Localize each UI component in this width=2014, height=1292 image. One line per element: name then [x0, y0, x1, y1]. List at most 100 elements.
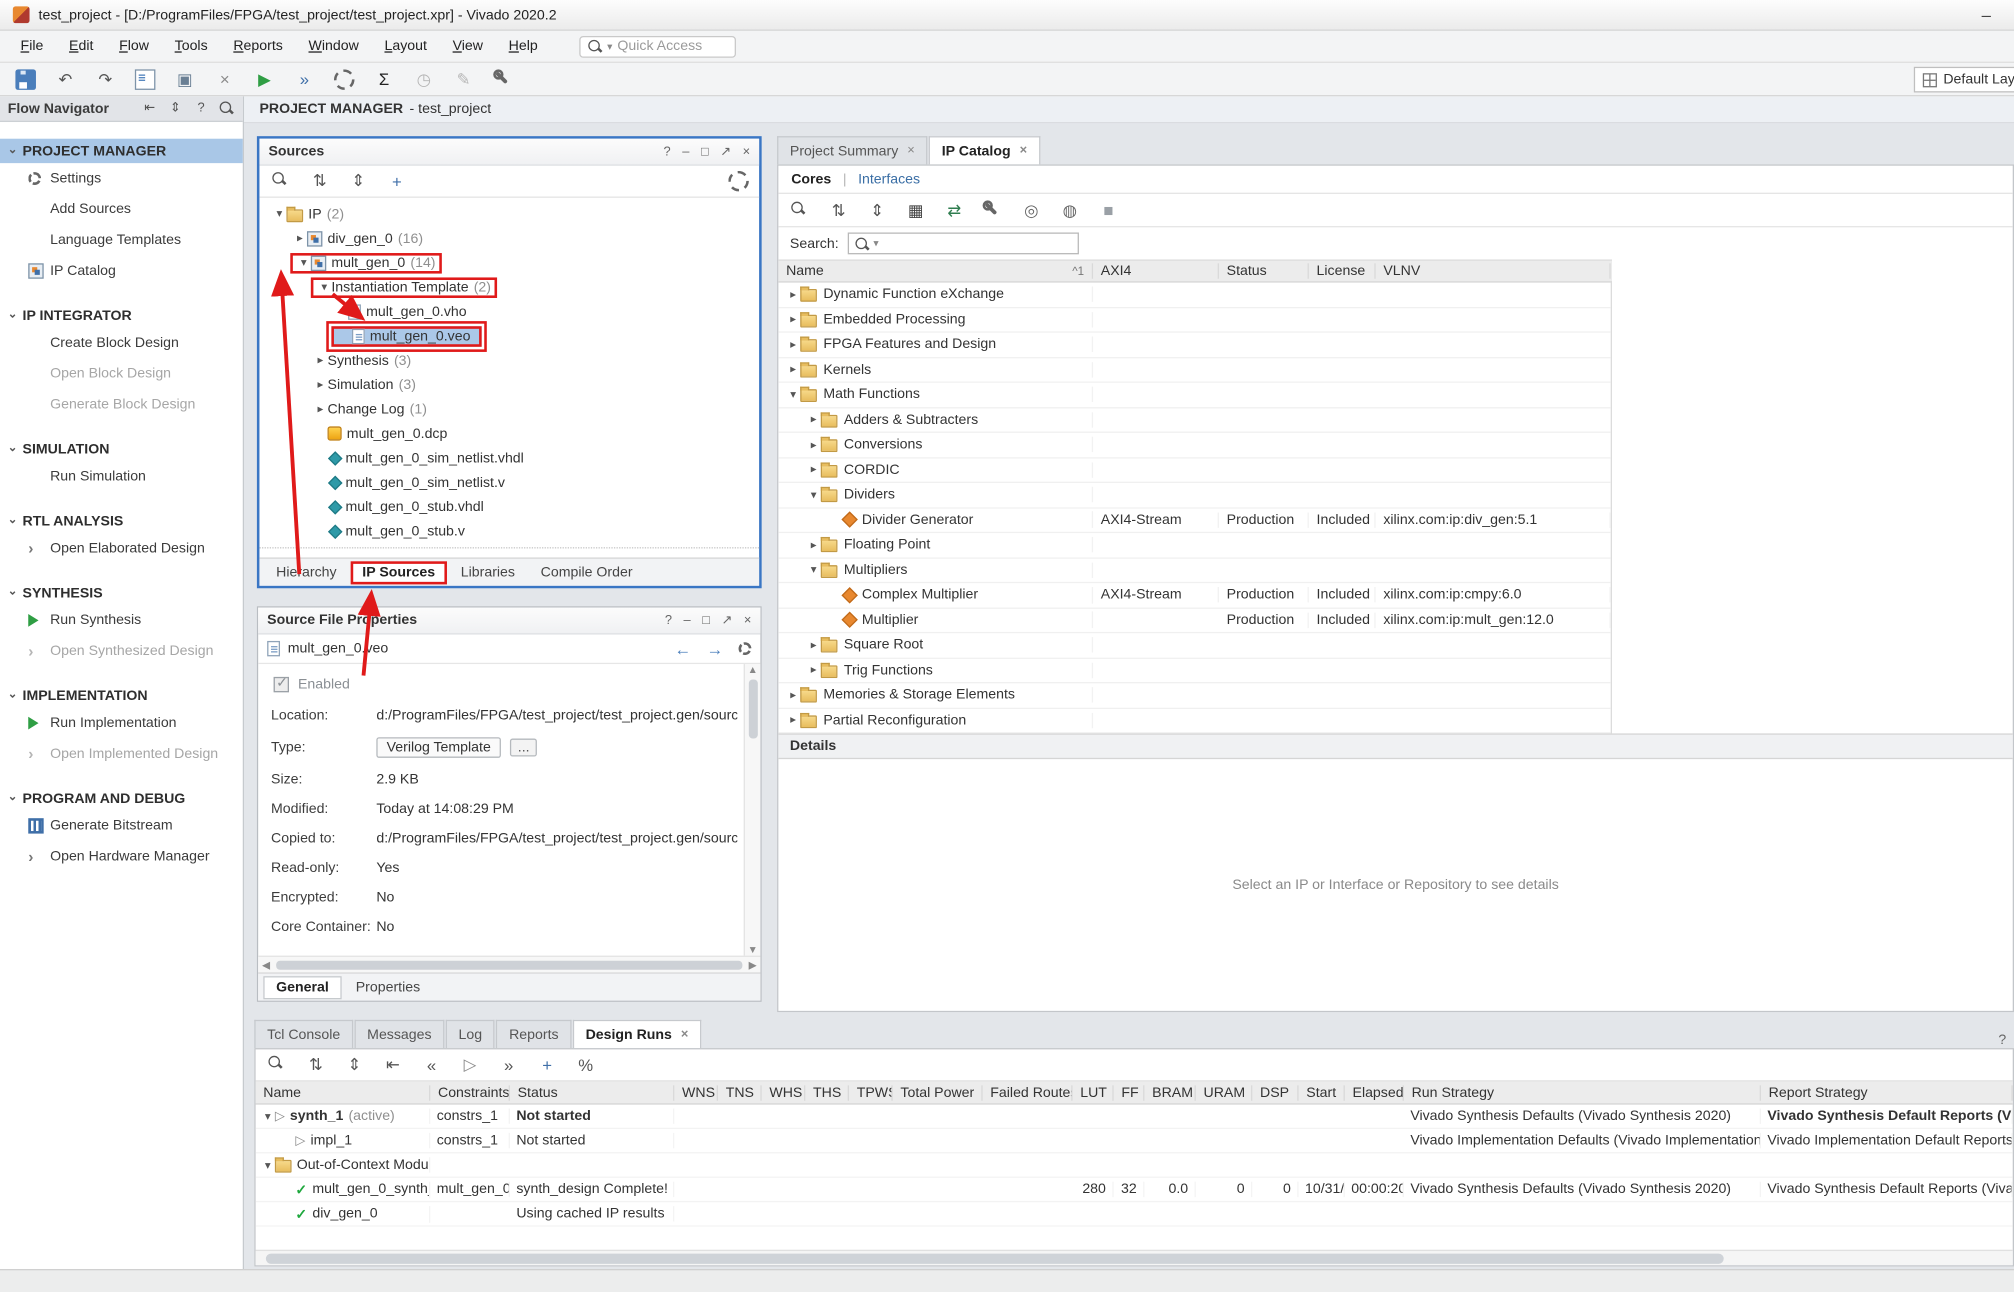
scrollbar-thumb[interactable] [266, 1254, 1724, 1264]
source-tree-item[interactable]: ▸ Simulation (3) [259, 372, 759, 396]
flow-nav-item[interactable]: Run Implementation [0, 708, 243, 739]
horizontal-scrollbar[interactable] [259, 547, 759, 557]
column-header-elapsed[interactable]: Elapsed [1345, 1085, 1404, 1100]
tree-expander[interactable]: ▾ [261, 1158, 275, 1172]
design-run-row[interactable]: ▾ ▷ synth_1 (active) constrs_1 Not start… [256, 1105, 2013, 1129]
menu-item[interactable]: View [440, 33, 496, 59]
ip-catalog-row[interactable]: ▸ Trig Functions [778, 658, 1610, 683]
package-ip-icon[interactable]: ◎ [1021, 200, 1042, 221]
tree-expander[interactable]: ▸ [313, 378, 327, 392]
search-icon[interactable] [218, 100, 235, 117]
enabled-checkbox[interactable] [274, 677, 289, 692]
ip-catalog-row[interactable]: ▾ Dividers [778, 483, 1610, 508]
ip-catalog-row[interactable]: ▸ Partial Reconfiguration [778, 708, 1610, 733]
workspace-tab[interactable]: Project Summary × [777, 136, 928, 164]
dock-icon[interactable]: ⇤ [141, 100, 158, 117]
flow-nav-section-header[interactable]: ⌄ SIMULATION [0, 437, 243, 461]
help-icon[interactable]: ? [665, 613, 672, 627]
flow-nav-item[interactable]: › Open Synthesized Design [0, 636, 243, 667]
close-icon[interactable]: × [744, 613, 752, 627]
delete-icon[interactable]: × [215, 69, 236, 90]
tree-expander[interactable]: ▾ [317, 280, 331, 294]
ip-catalog-row[interactable]: ▸ Floating Point [778, 533, 1610, 558]
horizontal-scrollbar[interactable] [256, 1250, 2013, 1265]
tree-expander[interactable]: ▾ [786, 388, 800, 402]
column-header-total-power[interactable]: Total Power [893, 1085, 983, 1100]
source-tree-item[interactable]: ▾ Instantiation Template (2) [259, 275, 759, 299]
maximize-icon[interactable]: ↗ [720, 144, 731, 158]
file-properties-tab[interactable]: Properties [344, 977, 432, 998]
tree-expander[interactable]: ▸ [807, 663, 821, 677]
source-tree-item[interactable]: mult_gen_0.vho [259, 299, 759, 323]
ip-catalog-row[interactable]: ▸ Conversions [778, 433, 1610, 458]
workspace-tab[interactable]: IP Catalog × [929, 136, 1040, 164]
customize-ip-icon[interactable] [983, 200, 1004, 221]
flow-nav-section-header[interactable]: ⌄ IMPLEMENTATION [0, 683, 243, 707]
column-header-tns[interactable]: TNS [718, 1085, 762, 1100]
save-icon[interactable] [15, 69, 36, 90]
ip-catalog-row[interactable]: ▸ Dynamic Function eXchange [778, 283, 1610, 308]
ip-catalog-row[interactable]: ▸ CORDIC [778, 458, 1610, 483]
design-run-row[interactable]: ✓ div_gen_0 Using cached IP results [256, 1202, 2013, 1226]
edit-icon[interactable]: ✎ [453, 69, 474, 90]
column-header-dsp[interactable]: DSP [1252, 1085, 1298, 1100]
column-header-ths[interactable]: THS [805, 1085, 849, 1100]
help-icon[interactable]: ? [1998, 1033, 2014, 1048]
report-icon[interactable] [135, 69, 156, 90]
tree-expander[interactable]: ▸ [786, 363, 800, 377]
tree-expander[interactable]: ▸ [786, 287, 800, 301]
source-tree-item[interactable]: ▸ Synthesis (3) [259, 348, 759, 372]
column-header-tpws[interactable]: TPWS [849, 1085, 893, 1100]
tree-expander[interactable]: ▾ [297, 256, 311, 270]
tree-expander[interactable]: ▸ [807, 438, 821, 452]
column-header-report-strategy[interactable]: Report Strategy [1761, 1085, 2013, 1100]
scrollbar-thumb[interactable] [748, 679, 757, 738]
tree-expander[interactable]: ▸ [807, 638, 821, 652]
source-tree-item[interactable]: mult_gen_0.veo [259, 324, 759, 348]
flow-nav-item[interactable]: Settings [0, 163, 243, 194]
vertical-scrollbar[interactable]: ▲ ▼ [744, 664, 761, 956]
expand-collapse-icon[interactable]: ⇕ [167, 100, 184, 117]
settings-icon[interactable] [728, 171, 749, 192]
source-tree-item[interactable]: ▸ div_gen_0 (16) [259, 226, 759, 250]
tree-expander[interactable]: ▸ [293, 231, 307, 245]
tree-expander[interactable]: ▸ [786, 713, 800, 727]
tree-expander[interactable]: ▾ [807, 563, 821, 577]
menu-item[interactable]: Help [496, 33, 551, 59]
forward-icon[interactable]: » [498, 1055, 519, 1076]
tree-expander[interactable]: ▸ [807, 538, 821, 552]
ip-catalog-row[interactable]: ▸ Square Root [778, 633, 1610, 658]
column-header-vlnv[interactable]: VLNV [1376, 263, 1611, 278]
tree-expander[interactable]: ▾ [807, 488, 821, 502]
expand-collapse-icon[interactable]: ⇕ [344, 1055, 365, 1076]
probe-icon[interactable] [493, 69, 514, 90]
redo-icon[interactable]: ↷ [95, 69, 116, 90]
ip-catalog-row[interactable]: ▸ Memories & Storage Elements [778, 683, 1610, 708]
run-icon[interactable]: ▷ [460, 1055, 481, 1076]
column-header-status[interactable]: Status [510, 1085, 674, 1100]
menu-item[interactable]: Layout [372, 33, 440, 59]
source-tree-item[interactable]: ▾ mult_gen_0 (14) [259, 250, 759, 274]
collapse-all-icon[interactable]: ⇅ [828, 200, 849, 221]
flow-nav-section-header[interactable]: ⌄ IP INTEGRATOR [0, 303, 243, 327]
tree-expander[interactable]: ▸ [807, 413, 821, 427]
search-icon[interactable] [790, 200, 811, 221]
copy-icon[interactable]: ▣ [175, 69, 196, 90]
source-tree-item[interactable]: mult_gen_0.dcp [259, 421, 759, 445]
flow-nav-item[interactable]: Language Templates [0, 225, 243, 256]
source-tree-item[interactable]: mult_gen_0_stub.v [259, 519, 759, 543]
tree-expander[interactable]: ▾ [272, 207, 286, 221]
menu-item[interactable]: Tools [162, 33, 221, 59]
file-properties-tab[interactable]: General [263, 976, 341, 999]
bottom-tab[interactable]: Design Runs × [573, 1020, 702, 1048]
bottom-tab[interactable]: Tcl Console × [254, 1020, 353, 1048]
scrollbar-thumb[interactable] [276, 961, 742, 970]
column-header-axi4[interactable]: AXI4 [1093, 263, 1219, 278]
bottom-tab[interactable]: Log × [446, 1020, 495, 1048]
design-run-row[interactable]: ▾ Out-of-Context Module Runs [256, 1153, 2013, 1177]
column-header-start[interactable]: Start [1299, 1085, 1345, 1100]
type-more-button[interactable]: ... [510, 739, 537, 757]
flow-nav-item[interactable]: Add Sources [0, 194, 243, 225]
flow-nav-section-header[interactable]: ⌄ RTL ANALYSIS [0, 509, 243, 533]
scroll-down-icon[interactable]: ▼ [748, 944, 758, 956]
